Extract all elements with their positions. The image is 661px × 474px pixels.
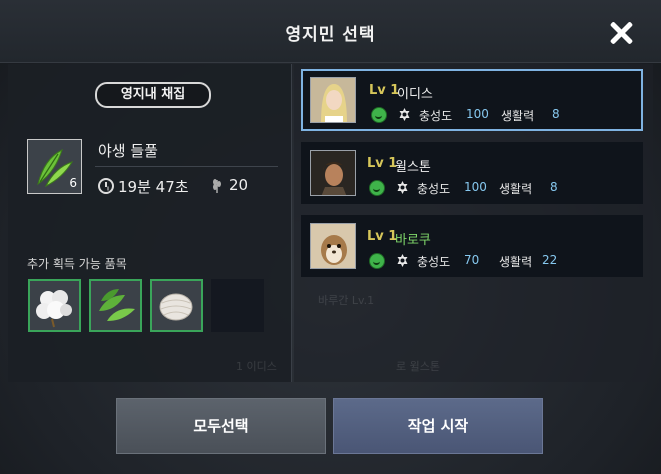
loyalty-badge-icon (397, 254, 408, 267)
item-name: 야생 들풀 (98, 142, 158, 160)
avatar (310, 77, 356, 123)
loyalty-label: 충성도 (417, 255, 451, 269)
extra-items-label: 추가 획득 가능 품목 (27, 257, 127, 271)
vitality-value: 22 (542, 253, 558, 267)
loyalty-badge-icon (399, 108, 410, 121)
item-count: 6 (69, 176, 77, 190)
gather-type-badge: 영지내 채집 (95, 82, 211, 108)
level-label: Lv 1 (369, 83, 400, 98)
herb-leaves-icon (99, 289, 135, 321)
gather-yield: 20 (229, 176, 249, 194)
character-row-edith[interactable]: Lv 1 이디스 충성도 100 생활력 8 (301, 69, 643, 131)
level-label: Lv 1 (367, 156, 398, 171)
close-icon[interactable] (606, 18, 636, 48)
loyalty-label: 충성도 (417, 182, 451, 196)
loyalty-badge-icon (397, 181, 408, 194)
vitality-value: 8 (550, 180, 558, 194)
cotton-icon (36, 290, 72, 328)
task-info-panel (8, 64, 292, 382)
divider (95, 166, 278, 167)
loyalty-label: 충성도 (419, 109, 453, 123)
item-slot-wild-grass[interactable]: 6 (27, 139, 82, 194)
wheat-icon (213, 179, 221, 193)
loyalty-value: 100 (464, 180, 487, 194)
vitality-value: 8 (552, 107, 560, 121)
mood-smile-icon (371, 107, 387, 123)
extra-item-herb[interactable] (89, 279, 142, 332)
loyalty-value: 100 (466, 107, 489, 121)
extra-item-cotton[interactable] (28, 279, 81, 332)
mood-smile-icon (369, 180, 385, 196)
cocoon-icon (159, 293, 193, 321)
extra-item-empty (211, 279, 264, 332)
clock-icon (98, 178, 114, 194)
avatar (310, 150, 356, 196)
vitality-label: 생활력 (501, 109, 535, 123)
title-bar: 영지민 선택 (0, 0, 661, 63)
dialog-title: 영지민 선택 (285, 25, 376, 45)
select-all-button[interactable]: 모두선택 (116, 398, 326, 454)
extra-item-cocoon[interactable] (150, 279, 203, 332)
avatar (310, 223, 356, 269)
loyalty-value: 70 (464, 253, 480, 267)
level-label: Lv 1 (367, 229, 398, 244)
character-row-baroku[interactable]: Lv 1 바로쿠 충성도 70 생활력 22 (301, 215, 643, 277)
character-name: 바로쿠 (395, 233, 431, 248)
vitality-label: 생활력 (499, 255, 533, 269)
mood-smile-icon (369, 253, 385, 269)
character-name: 윌스톤 (395, 160, 431, 175)
start-work-button[interactable]: 작업 시작 (333, 398, 543, 454)
gather-time: 19분 47초 (118, 178, 189, 196)
vitality-label: 생활력 (499, 182, 533, 196)
character-name: 이디스 (397, 87, 433, 102)
character-row-wilstone[interactable]: Lv 1 윌스톤 충성도 100 생활력 8 (301, 142, 643, 204)
